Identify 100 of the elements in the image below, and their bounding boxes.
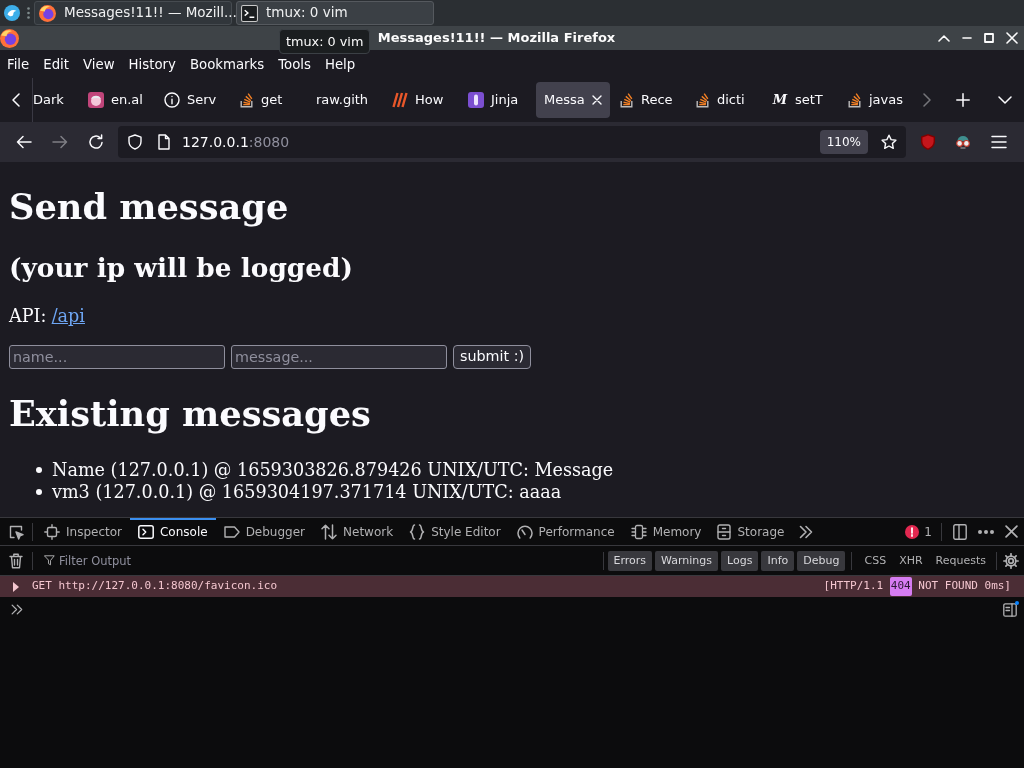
sidebar-toggle-icon[interactable]: [1003, 601, 1019, 617]
double-chevron-icon[interactable]: [799, 524, 814, 539]
bullet-icon: [36, 466, 42, 473]
stack-icon: [240, 92, 254, 108]
info-icon: [164, 92, 180, 108]
grip-icon: [27, 7, 30, 19]
more-icon[interactable]: [978, 529, 994, 534]
log-level-toggle[interactable]: Logs: [721, 550, 759, 571]
devtools-tab[interactable]: Console: [130, 518, 216, 545]
error-icon: [905, 524, 920, 539]
browser-tab[interactable]: How: [384, 82, 456, 118]
stack-icon: [848, 92, 862, 108]
submit-button[interactable]: submit :): [453, 344, 532, 369]
error-count-button[interactable]: 1: [905, 524, 932, 539]
message-text: vm3 (127.0.0.1) @ 1659304197.371714 UNIX/UTC: aaaa: [52, 480, 562, 503]
name-field[interactable]: name...: [9, 344, 225, 369]
status-code-badge: 404: [889, 577, 912, 596]
page-icon[interactable]: [158, 134, 170, 150]
devtools-tab[interactable]: Debugger: [215, 518, 314, 545]
terminal-icon: [241, 4, 258, 22]
chip-icon: [630, 523, 647, 540]
devtools-tab[interactable]: Style Editor: [401, 518, 509, 545]
browser-tab[interactable]: raw.gith: [308, 82, 380, 118]
plus-icon[interactable]: [956, 93, 970, 107]
address-bar[interactable]: 127.0.0.1:8080 110%: [118, 126, 906, 158]
avatar-icon: [88, 92, 104, 108]
browser-logo-icon: [0, 28, 19, 48]
menu-item[interactable]: View: [76, 56, 122, 74]
menu-item[interactable]: File: [0, 56, 37, 74]
element-picker-icon[interactable]: [8, 523, 24, 540]
log-level-toggle[interactable]: Info: [761, 550, 795, 571]
log-message: GET http://127.0.0.1:8080/favicon.ico: [32, 578, 278, 595]
settings-icon[interactable]: [1003, 552, 1019, 569]
favicon-letter: M: [772, 91, 788, 110]
devtools-tab[interactable]: Storage: [709, 518, 793, 545]
star-icon[interactable]: [881, 134, 897, 150]
maximize-icon[interactable]: [984, 33, 994, 43]
shield-extension-icon[interactable]: [921, 134, 935, 150]
log-level-toggle[interactable]: Debug: [797, 550, 846, 571]
browser-tab[interactable]: dicti: [688, 82, 760, 118]
menu-icon[interactable]: [991, 135, 1007, 149]
tag-icon: [223, 525, 240, 538]
status-text: NOT FOUND 0ms]: [918, 578, 1011, 595]
zoom-level-button[interactable]: 110%: [819, 130, 868, 154]
browser-tab[interactable]: Messa: [536, 82, 610, 118]
browser-tab[interactable]: en.al: [80, 82, 152, 118]
reload-icon[interactable]: [88, 134, 104, 150]
devtools-tab[interactable]: Memory: [622, 518, 710, 545]
dock-icon[interactable]: [953, 523, 967, 540]
up-down-arrows-icon: [321, 523, 338, 540]
menu-item[interactable]: History: [121, 56, 183, 74]
back-icon[interactable]: [16, 134, 32, 150]
expand-triangle-icon[interactable]: [13, 581, 19, 592]
taskbar-task[interactable]: tmux: 0 vim: [236, 1, 434, 25]
browser-tab[interactable]: Jinja: [460, 82, 532, 118]
close-icon[interactable]: [1005, 525, 1018, 538]
request-type-toggle[interactable]: CSS: [858, 550, 893, 571]
filter-field[interactable]: Filter Output: [59, 549, 599, 572]
window-title: Messages!11!! — Mozilla Firefox: [377, 29, 616, 48]
url-text: 127.0.0.1:8080: [181, 132, 290, 152]
menu-item[interactable]: Bookmarks: [182, 56, 272, 74]
slashes-icon: [392, 92, 408, 108]
devtools-tab[interactable]: Network: [313, 518, 402, 545]
shield-icon[interactable]: [128, 134, 142, 150]
browser-tab[interactable]: Dark: [33, 82, 76, 118]
chevron-down-icon[interactable]: [998, 96, 1012, 104]
request-type-toggle[interactable]: XHR: [893, 550, 929, 571]
browser-tab[interactable]: Serv: [156, 82, 228, 118]
devtools-tab[interactable]: Performance: [508, 518, 623, 545]
devtools-tab[interactable]: Inspector: [36, 518, 130, 545]
protocol-text: [HTTP/1.1: [823, 578, 884, 595]
bullet-icon: [36, 488, 42, 495]
page-heading: Send message: [9, 185, 290, 227]
inspector-icon: [44, 523, 60, 540]
page-subheading: (your ip will be logged): [9, 251, 355, 283]
browser-tab[interactable]: Rece: [612, 82, 684, 118]
tooltip: tmux: 0 vim: [279, 29, 371, 54]
menu-item[interactable]: Edit: [36, 56, 76, 74]
trash-icon[interactable]: [9, 552, 23, 569]
caret-up-icon[interactable]: [938, 34, 950, 42]
menu-item[interactable]: Tools: [271, 56, 318, 74]
filter-icon: [44, 555, 55, 566]
cabinet-icon: [717, 523, 732, 540]
api-link[interactable]: /api: [51, 305, 85, 327]
log-level-toggle[interactable]: Warnings: [655, 550, 719, 571]
browser-tab[interactable]: javas: [840, 82, 912, 118]
browser-tab[interactable]: get: [232, 82, 304, 118]
app-launcher-icon[interactable]: [4, 5, 20, 21]
tile-icon: [468, 92, 484, 108]
console-icon: [138, 524, 154, 539]
browser-tab[interactable]: M setT: [764, 82, 836, 118]
request-type-toggle[interactable]: Requests: [929, 550, 992, 571]
message-text: Name (127.0.0.1) @ 1659303826.879426 UNIX/UTC: Message: [52, 458, 614, 481]
braces-icon: [409, 523, 426, 540]
glasses-face-icon[interactable]: [955, 135, 971, 149]
prompt-icon: [11, 603, 23, 615]
log-level-toggle[interactable]: Errors: [607, 550, 653, 571]
message-field[interactable]: message...: [231, 344, 447, 369]
chevron-left-icon[interactable]: [12, 93, 20, 107]
menu-item[interactable]: Help: [317, 56, 363, 74]
